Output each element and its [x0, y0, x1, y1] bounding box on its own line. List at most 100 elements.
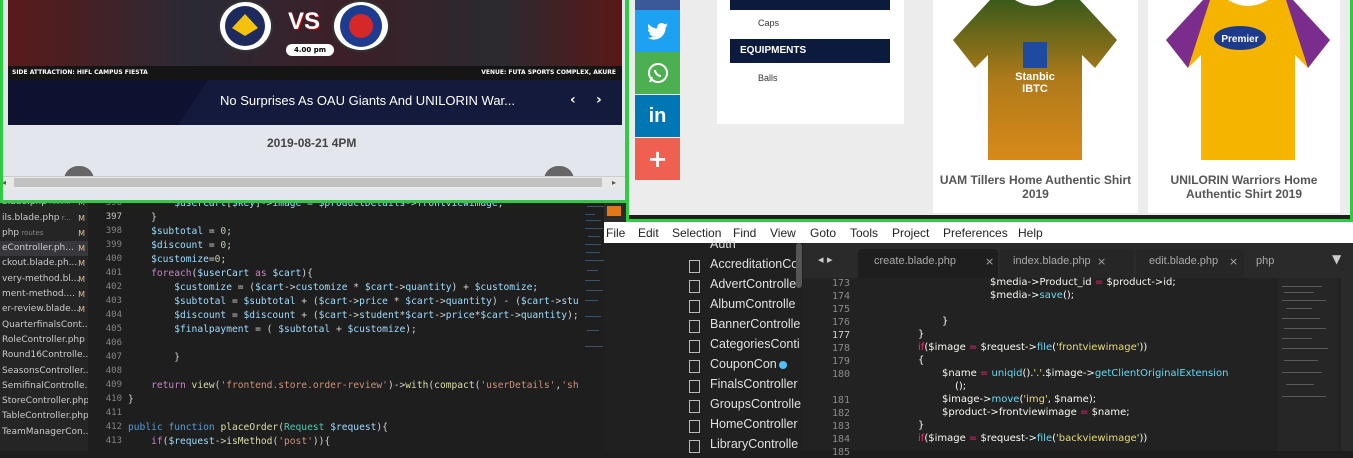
file-name[interactable]: RoleController.php	[2, 335, 85, 345]
category-heading[interactable]: WEARABLES	[730, 0, 890, 10]
git-status-badge: M	[78, 290, 85, 300]
menu-find[interactable]: Find	[733, 226, 756, 240]
sidebar-file-item[interactable]: HomeController	[710, 417, 798, 431]
more-share-button[interactable]: +	[635, 138, 680, 180]
menu-help[interactable]: Help	[1018, 226, 1043, 240]
file-name[interactable]: php	[2, 228, 19, 238]
file-name[interactable]: Round16Controlle...	[2, 350, 88, 360]
product-name[interactable]: UAM Tillers Home Authentic Shirt 2019	[933, 173, 1138, 201]
linkedin-icon: in	[648, 104, 667, 127]
folder-item[interactable]: Auth	[710, 237, 736, 251]
tab-label[interactable]: php	[1256, 255, 1274, 267]
file-name[interactable]: SeasonsController...	[2, 366, 88, 376]
next-arrow-icon[interactable]: ›	[596, 92, 602, 108]
category-item-balls[interactable]: Balls	[758, 73, 778, 83]
explorer-file-item[interactable]: ment-method.... M	[0, 287, 88, 302]
file-name[interactable]: very-method.bl...	[2, 274, 79, 284]
file-name[interactable]: ment-method....	[2, 289, 75, 299]
line-number: 177	[831, 330, 850, 341]
menu-file[interactable]: File	[606, 226, 625, 240]
menu-project[interactable]: Project	[892, 226, 929, 240]
file-icon	[689, 320, 700, 333]
prev-arrow-icon[interactable]: ‹	[570, 92, 576, 108]
right-minimap[interactable]	[1278, 278, 1338, 451]
linkedin-share-button[interactable]: in	[635, 95, 680, 137]
file-name[interactable]: eController.ph...	[2, 243, 74, 253]
git-status-badge: M	[78, 305, 85, 315]
sidebar-scrollbar[interactable]	[796, 243, 802, 288]
line-number: 175	[831, 304, 850, 315]
line-number: 174	[831, 291, 850, 302]
category-heading[interactable]: EQUIPMENTS	[730, 39, 890, 63]
explorer-file-item[interactable]: er-review.blade... M	[0, 302, 88, 317]
scroll-left-icon[interactable]: ◂	[2, 178, 6, 187]
product-name[interactable]: UNILORIN Warriors Home Authentic Shirt 2…	[1148, 173, 1340, 201]
file-name[interactable]: SemifinalControlle...	[2, 381, 88, 391]
left-code-area[interactable]: $productDetails = Product::where('id',$p…	[128, 180, 583, 451]
explorer-file-item[interactable]: SemifinalControlle...	[0, 379, 88, 394]
close-icon[interactable]: ×	[985, 255, 994, 268]
line-number: 402	[105, 282, 122, 292]
close-icon[interactable]: ×	[1229, 255, 1238, 268]
app-icon[interactable]	[607, 206, 621, 216]
line-number: 411	[105, 408, 122, 418]
sidebar-file-item[interactable]: GroupsControlle	[710, 397, 801, 411]
left-minimap[interactable]	[583, 180, 606, 451]
tab-nav-icon[interactable]: ◂ ▸	[818, 253, 833, 266]
left-code-editor[interactable]: ORDEblade.php reso...Mils.blade.php r...…	[0, 180, 606, 451]
explorer-file-item[interactable]: RoleController.php	[0, 333, 88, 348]
line-number: 410	[105, 394, 122, 404]
explorer-file-item[interactable]: TableController.php	[0, 409, 88, 424]
explorer-file-item[interactable]: Round16Controlle...	[0, 348, 88, 363]
file-name[interactable]: er-review.blade...	[2, 304, 79, 314]
left-line-gutter: 3953963973983994004014024034044054064074…	[88, 180, 128, 451]
product-card[interactable]: Stanbic IBTC UAM Tillers Home Authentic …	[933, 0, 1138, 213]
file-name[interactable]: StoreController.php	[2, 396, 88, 406]
close-icon[interactable]: ×	[1097, 255, 1106, 268]
sidebar-file-item[interactable]: LibraryControlle	[710, 437, 798, 451]
menu-tools[interactable]: Tools	[850, 226, 878, 240]
tab-label[interactable]: edit.blade.php	[1149, 255, 1218, 267]
scroll-right-icon[interactable]: ▸	[612, 178, 616, 187]
menu-preferences[interactable]: Preferences	[943, 226, 1008, 240]
sidebar-file-item[interactable]: AccreditationCo	[710, 257, 798, 271]
sidebar-file-item[interactable]: FinalsController	[710, 377, 798, 391]
news-headline[interactable]: No Surprises As OAU Giants And UNILORIN …	[220, 93, 515, 108]
line-number: 176	[831, 317, 850, 328]
file-name[interactable]: QuarterfinalsCont...	[2, 320, 88, 330]
file-name[interactable]: TableController.php	[2, 411, 88, 421]
whatsapp-share-button[interactable]	[635, 52, 680, 94]
file-name[interactable]: TeamManagerCon...	[2, 427, 88, 437]
product-card[interactable]: Premier UNILORIN Warriors Home Authentic…	[1148, 0, 1340, 213]
explorer-file-item[interactable]: StoreController.php	[0, 394, 88, 409]
line-number: 412	[105, 422, 122, 432]
sidebar-file-item[interactable]: BannerControlle	[710, 317, 800, 331]
explorer-file-item[interactable]: TeamManagerCon...	[0, 425, 88, 440]
sidebar-file-item[interactable]: CouponCon	[710, 357, 777, 371]
category-item-caps[interactable]: Caps	[758, 18, 779, 28]
left-file-explorer[interactable]: ORDEblade.php reso...Mils.blade.php r...…	[0, 180, 88, 451]
explorer-file-item[interactable]: eController.ph... M	[0, 241, 88, 257]
menu-view[interactable]: View	[770, 226, 796, 240]
explorer-file-item[interactable]: ckout.blade.ph... M	[0, 256, 88, 271]
right-scrollbar[interactable]	[1341, 278, 1353, 451]
twitter-share-button[interactable]	[635, 10, 680, 52]
explorer-file-item[interactable]: QuarterfinalsCont...	[0, 318, 88, 333]
file-name[interactable]: ils.blade.php	[2, 213, 60, 223]
menu-goto[interactable]: Goto	[810, 226, 836, 240]
right-code-area[interactable]	[803, 278, 1353, 451]
explorer-file-item[interactable]: very-method.bl... M	[0, 272, 88, 287]
scrollbar-thumb[interactable]	[14, 178, 602, 187]
explorer-file-item[interactable]: ils.blade.php r... M	[0, 211, 88, 226]
sidebar-file-item[interactable]: CategoriesConti	[710, 337, 800, 351]
sidebar-file-item[interactable]: AlbumControlle	[710, 297, 795, 311]
explorer-file-item[interactable]: SeasonsController...	[0, 364, 88, 379]
tab-menu-icon[interactable]: ▼	[1332, 252, 1341, 266]
tab-label[interactable]: create.blade.php	[874, 255, 956, 267]
menu-edit[interactable]: Edit	[638, 226, 659, 240]
sidebar-file-item[interactable]: AdvertControlle	[710, 277, 796, 291]
explorer-file-item[interactable]: php routes M	[0, 226, 88, 241]
tab-label[interactable]: index.blade.php	[1013, 255, 1091, 267]
facebook-share-button[interactable]	[635, 0, 680, 10]
file-name[interactable]: ckout.blade.ph...	[2, 258, 77, 268]
